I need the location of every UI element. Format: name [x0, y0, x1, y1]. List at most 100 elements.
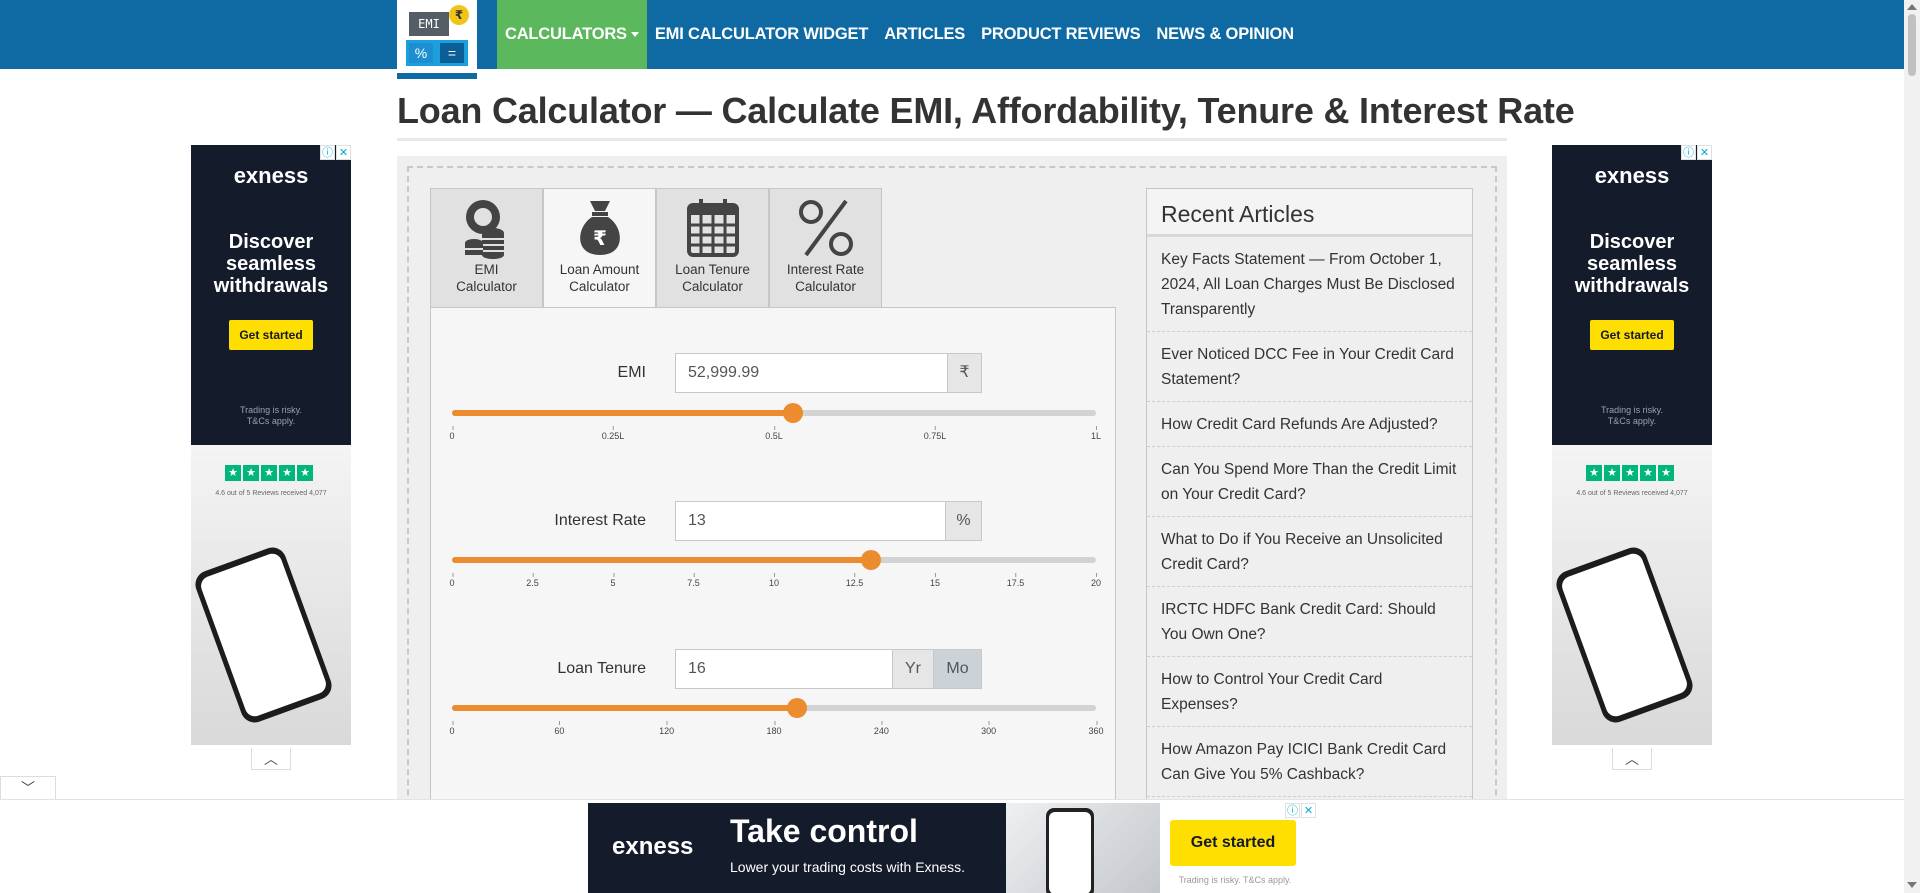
ad-controls: ⓘ ✕: [1681, 145, 1712, 160]
tab-label: EMI Calculator: [431, 261, 542, 295]
calendar-icon: [657, 189, 768, 261]
recent-articles: Recent Articles Key Facts Statement — Fr…: [1146, 188, 1473, 808]
loan-tenure-slider-fill: [452, 705, 797, 711]
ad-info-icon[interactable]: ⓘ: [1285, 803, 1300, 818]
article-link[interactable]: Ever Noticed DCC Fee in Your Credit Card…: [1147, 332, 1472, 402]
ad-info-icon[interactable]: ⓘ: [1681, 145, 1696, 160]
tab-emi-calculator[interactable]: EMI Calculator: [430, 188, 543, 308]
article-link[interactable]: Can You Spend More Than the Credit Limit…: [1147, 447, 1472, 517]
ad-brand: exness: [612, 833, 694, 860]
interest-rate-slider[interactable]: [452, 550, 1096, 570]
tab-loan-amount-calculator[interactable]: ₹ Loan Amount Calculator: [543, 188, 656, 309]
phone-screen: [1049, 812, 1091, 893]
star-icon: ★: [1622, 465, 1638, 481]
emi-input[interactable]: 52,999.99: [675, 353, 948, 393]
tab-label-line: Loan Tenure: [675, 262, 750, 277]
site-logo[interactable]: EMI ₹ % =: [397, 0, 477, 79]
ad-brand: exness: [233, 163, 309, 188]
article-link[interactable]: IRCTC HDFC Bank Credit Card: Should You …: [1147, 587, 1472, 657]
slider-tick-label: 0.75L: [923, 426, 947, 441]
ad-controls: ⓘ ✕: [1285, 803, 1316, 818]
page-scrollbar[interactable]: [1904, 0, 1920, 893]
scrollbar-thumb[interactable]: [1908, 14, 1916, 76]
equals-key-icon: =: [440, 43, 464, 63]
star-icon: ★: [297, 465, 313, 481]
nav-product-reviews[interactable]: PRODUCT REVIEWS: [973, 0, 1148, 69]
loan-tenure-slider[interactable]: [452, 698, 1096, 718]
chevron-down-icon[interactable]: ﹀: [0, 776, 56, 800]
ad-controls: ⓘ ✕: [320, 145, 351, 160]
slider-tick-label: 240: [873, 721, 889, 736]
slider-tick-label: 0: [449, 573, 455, 588]
phone-image: [191, 543, 336, 727]
tenure-year-toggle[interactable]: Yr: [892, 649, 934, 689]
coins-stack-icon: [431, 189, 542, 261]
ad-close-icon[interactable]: ✕: [1697, 145, 1712, 160]
ad-close-icon[interactable]: ✕: [336, 145, 351, 160]
nav-emi-calculator-widget[interactable]: EMI CALCULATOR WIDGET: [647, 0, 876, 69]
slider-tick-label: 0.5L: [765, 426, 783, 441]
ad-disclaimer: Trading is risky. T&Cs apply.: [1178, 875, 1292, 885]
article-link[interactable]: How to Control Your Credit Card Expenses…: [1147, 657, 1472, 727]
ad-disclaimer-line: Trading is risky.: [239, 405, 302, 415]
main-nav: CALCULATORS EMI CALCULATOR WIDGET ARTICL…: [497, 0, 1302, 69]
tab-loan-tenure-calculator[interactable]: Loan Tenure Calculator: [656, 188, 769, 308]
article-link[interactable]: What to Do if You Receive an Unsolicited…: [1147, 517, 1472, 587]
star-icon: ★: [1658, 465, 1674, 481]
ad-disclaimer-line: T&Cs apply.: [246, 416, 296, 426]
loan-tenure-slider-handle[interactable]: [786, 698, 807, 718]
ad-cta-button[interactable]: Get started: [1170, 820, 1296, 866]
hand-phone-image: [1006, 803, 1160, 893]
ad-headline: Discover seamless withdrawals: [1574, 231, 1690, 297]
interest-rate-slider-ticks: 0 2.5 5 7.5 10 12.5 15 17.5 20: [449, 573, 1101, 590]
chevron-up-icon[interactable]: ︿: [251, 748, 291, 770]
loan-tenure-slider-ticks: 0 60 120 180 240 300 360: [449, 721, 1104, 738]
nav-articles[interactable]: ARTICLES: [876, 0, 973, 69]
tenure-month-toggle[interactable]: Mo: [933, 649, 982, 689]
emi-slider-handle[interactable]: [783, 403, 804, 423]
star-icon: ★: [279, 465, 295, 481]
ad-brand: exness: [1594, 163, 1670, 188]
tab-label: Loan Tenure Calculator: [657, 261, 768, 295]
star-icon: ★: [1640, 465, 1656, 481]
scroll-up-arrow-icon[interactable]: [1907, 4, 1917, 10]
slider-tick-label: 0: [449, 426, 455, 441]
phone-image: [1552, 543, 1697, 727]
star-icon: ★: [225, 465, 241, 481]
right-side-ad[interactable]: exness Discover seamless withdrawals Get…: [1552, 145, 1712, 745]
article-link[interactable]: Key Facts Statement — From October 1, 20…: [1147, 237, 1472, 332]
ad-top-panel: exness Discover seamless withdrawals Get…: [1552, 145, 1712, 445]
nav-calculators[interactable]: CALCULATORS: [497, 0, 647, 69]
tab-label: Loan Amount Calculator: [544, 261, 655, 295]
phone-image: [1046, 808, 1094, 893]
emi-slider[interactable]: [452, 403, 1096, 423]
interest-rate-slider-handle[interactable]: [860, 550, 881, 570]
ad-close-icon[interactable]: ✕: [1301, 803, 1316, 818]
phone-screen: [198, 550, 329, 720]
loan-tenure-input[interactable]: 16: [675, 649, 893, 689]
slider-tick-label: 300: [981, 721, 997, 736]
tab-interest-rate-calculator[interactable]: Interest Rate Calculator: [769, 188, 882, 308]
nav-news-opinion[interactable]: NEWS & OPINION: [1148, 0, 1301, 69]
ad-info-icon[interactable]: ⓘ: [320, 145, 335, 160]
tab-label-line: EMI: [474, 262, 499, 277]
logo-screen: EMI: [409, 12, 449, 36]
bottom-banner-ad[interactable]: exness Take control Lower your trading c…: [588, 803, 1316, 893]
article-link[interactable]: How Credit Card Refunds Are Adjusted?: [1147, 402, 1472, 447]
left-side-ad[interactable]: exness Discover seamless withdrawals Get…: [191, 145, 351, 745]
svg-text:₹: ₹: [593, 226, 607, 250]
interest-rate-slider-fill: [452, 557, 871, 563]
tab-label-line: Calculator: [456, 279, 517, 294]
interest-rate-input[interactable]: 13: [675, 501, 946, 541]
article-link[interactable]: How Amazon Pay ICICI Bank Credit Card Ca…: [1147, 727, 1472, 797]
ad-cta-button[interactable]: Get started: [1590, 320, 1674, 350]
caret-down-icon: [630, 32, 639, 38]
slider-tick-label: 180: [766, 721, 782, 736]
trustpilot-stars: ★ ★ ★ ★ ★: [1586, 465, 1674, 481]
slider-tick-label: 20: [1090, 573, 1102, 588]
slider-tick-label: 60: [554, 721, 565, 736]
slider-tick-label: 2.5: [526, 573, 539, 588]
chevron-up-icon[interactable]: ︿: [1612, 748, 1652, 770]
scroll-down-arrow-icon[interactable]: [1907, 882, 1917, 888]
ad-cta-button[interactable]: Get started: [229, 320, 313, 350]
